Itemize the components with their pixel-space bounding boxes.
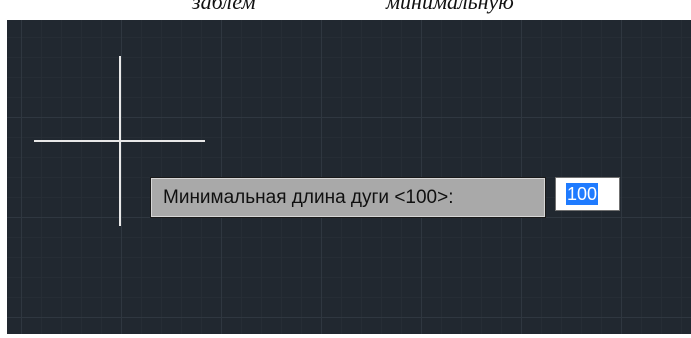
crosshair-horizontal-line: [34, 140, 205, 142]
arc-length-value[interactable]: 100: [566, 183, 599, 205]
dynamic-input-prompt: Минимальная длина дуги <100>:: [150, 177, 546, 218]
caption-right-text: минимальную: [386, 0, 514, 14]
screenshot-page: заблем минимальную Минимальная длина дуг…: [0, 0, 691, 338]
document-caption-strip: заблем минимальную: [0, 0, 691, 20]
arc-length-input[interactable]: 100: [555, 177, 620, 211]
caption-left-text: заблем: [192, 0, 256, 14]
